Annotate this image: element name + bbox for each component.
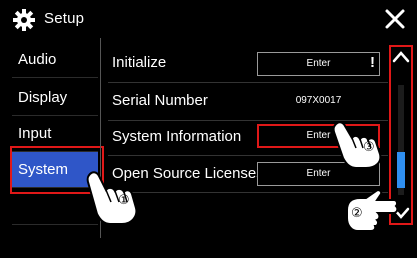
step-3-label: ③ (363, 140, 375, 155)
sidebar-item-display[interactable]: Display (12, 80, 98, 116)
initialize-enter-button[interactable]: Enter (257, 52, 380, 76)
row-divider (108, 82, 388, 83)
step-1-label: ① (118, 193, 130, 208)
page-title: Setup (44, 10, 85, 27)
pointing-hand-icon (332, 121, 382, 169)
sidebar-item-label: Display (18, 89, 68, 106)
row-label-system-information: System Information (112, 128, 242, 145)
close-icon[interactable] (382, 6, 408, 32)
scroll-up-icon[interactable] (391, 47, 411, 67)
step-2-label: ② (351, 206, 363, 221)
sidebar-item-audio[interactable]: Audio (12, 42, 98, 78)
row-label-serial-number: Serial Number (112, 92, 208, 109)
sidebar-item-label: Input (18, 125, 52, 142)
serial-number-value: 097X0017 (257, 90, 380, 114)
pointing-hand-icon (86, 171, 138, 225)
sidebar-item-label: Audio (18, 51, 57, 68)
exclamation-icon: ! (370, 54, 375, 71)
scroll-thumb[interactable] (397, 152, 405, 188)
row-label-initialize: Initialize (112, 54, 167, 71)
gear-icon (13, 9, 35, 31)
